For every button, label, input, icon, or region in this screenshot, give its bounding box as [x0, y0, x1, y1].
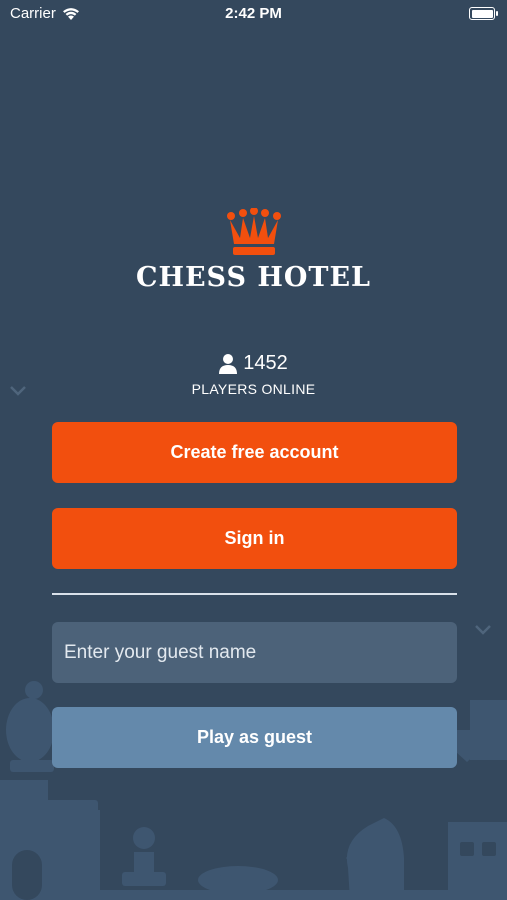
status-time: 2:42 PM — [225, 5, 282, 22]
create-account-button[interactable]: Create free account — [52, 422, 457, 483]
status-bar: Carrier 2:42 PM — [0, 0, 507, 28]
guest-name-input[interactable] — [52, 622, 457, 683]
players-online-label: PLAYERS ONLINE — [191, 381, 316, 397]
app-logo: CHESS HOTEL — [0, 208, 507, 293]
chevron-down-icon — [10, 386, 26, 396]
crown-icon — [226, 208, 281, 255]
sign-in-button[interactable]: Sign in — [52, 508, 457, 569]
battery-icon — [469, 7, 498, 20]
user-icon — [219, 353, 238, 374]
players-online-count: 1452 — [243, 352, 288, 374]
app-title: CHESS HOTEL — [135, 262, 372, 293]
divider — [52, 593, 457, 595]
players-online: 1452 PLAYERS ONLINE — [0, 352, 507, 397]
play-as-guest-button[interactable]: Play as guest — [52, 707, 457, 768]
chevron-down-icon — [475, 625, 491, 635]
